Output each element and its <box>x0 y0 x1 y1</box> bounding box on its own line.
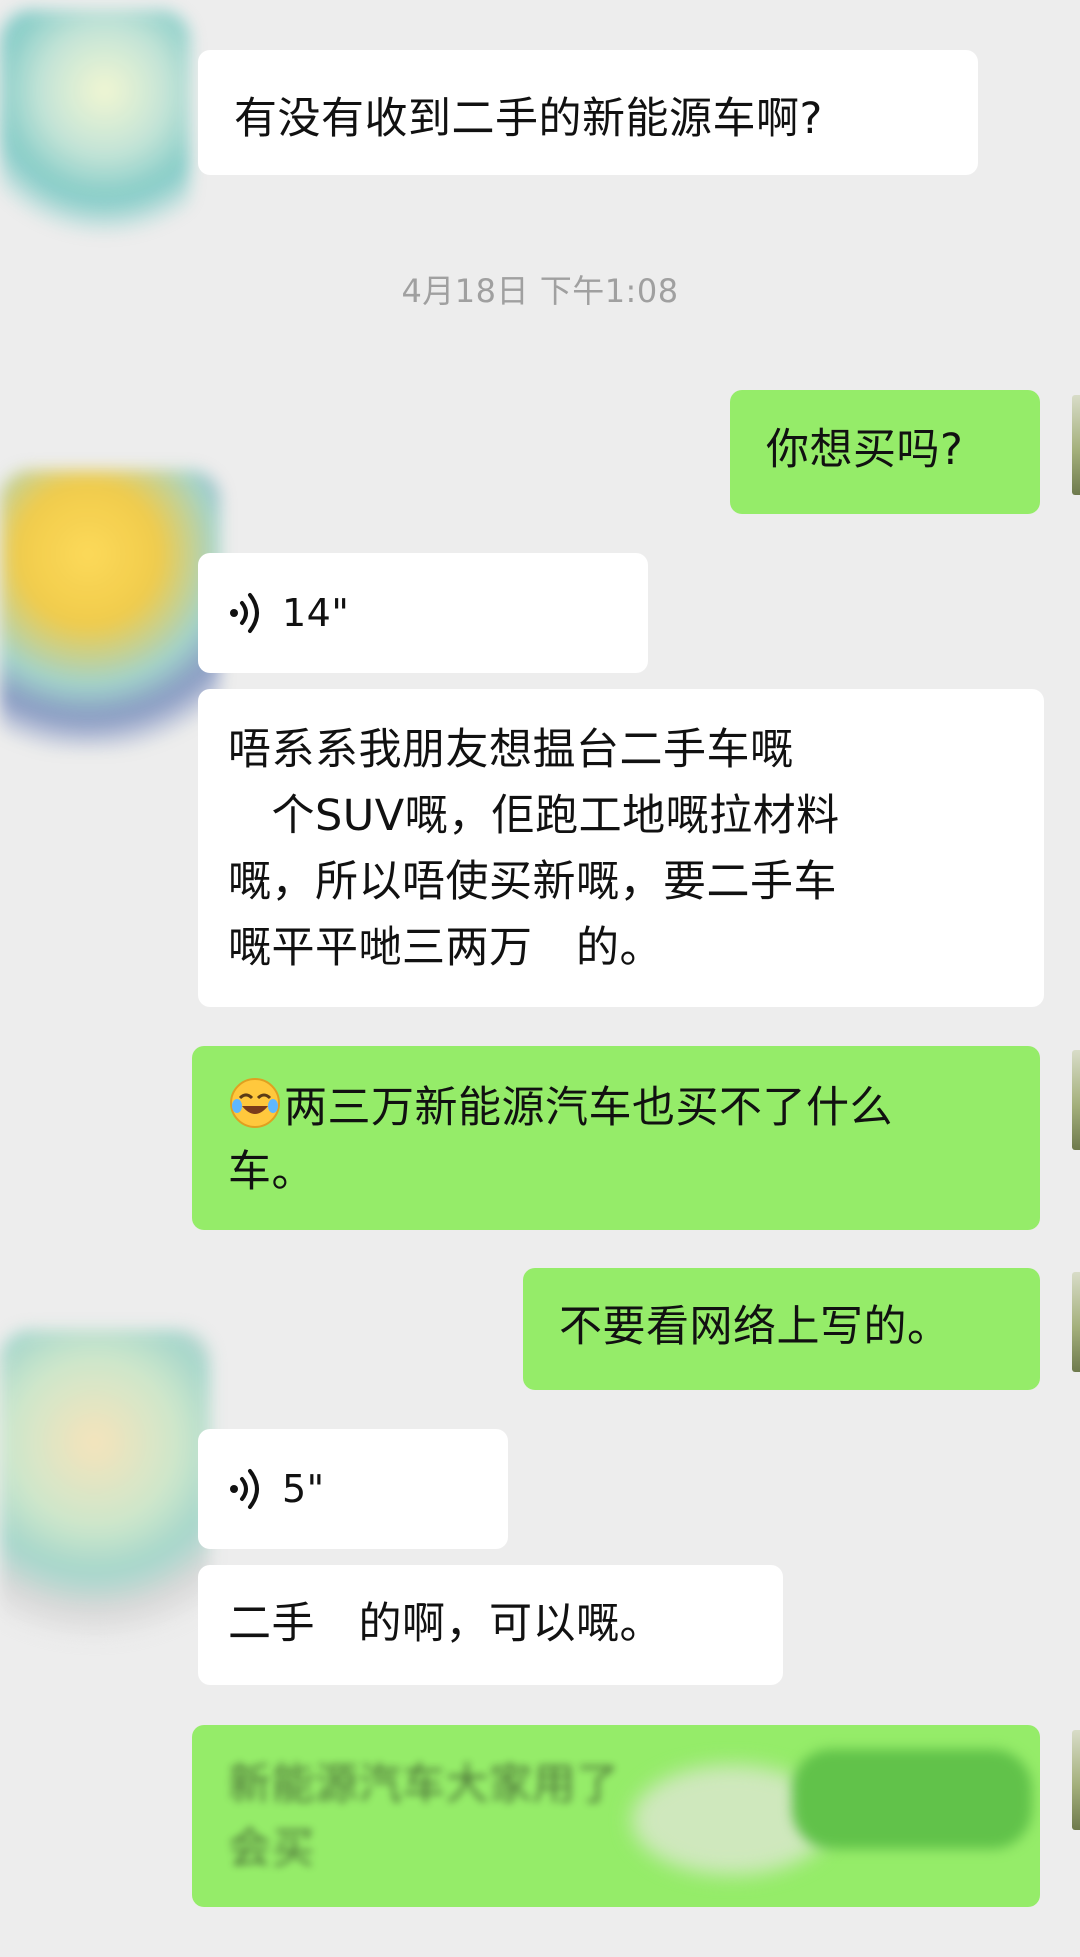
chat-window: 有没有收到二手的新能源车啊? 4月18日 下午1:08 你想买吗? 14" 唔系… <box>0 0 1080 1957</box>
message-bubble-incoming[interactable]: 有没有收到二手的新能源车啊? <box>198 50 978 175</box>
contact-avatar[interactable] <box>0 1330 210 1650</box>
voice-message-bubble[interactable]: 5" <box>198 1429 508 1549</box>
message-line: 嘅平平哋三两万 的。 <box>228 923 663 973</box>
message-bubble-outgoing[interactable]: 新能源汽车大家用了 会买 <box>192 1725 1040 1907</box>
timestamp-label: 4月18日 下午1:08 <box>401 272 679 310</box>
message-line: 车。 <box>228 1147 315 1197</box>
message-line: 两三万新能源汽车也买不了什么 <box>228 1076 1040 1140</box>
message-bubble-outgoing[interactable]: 你想买吗? <box>730 390 1040 514</box>
voice-message-bubble[interactable]: 14" <box>198 553 648 673</box>
message-line: 嘅，所以唔使买新嘅，要二手车 <box>228 857 837 907</box>
contact-avatar[interactable] <box>0 470 220 750</box>
self-avatar[interactable] <box>1072 1050 1080 1150</box>
message-text: 你想买吗? <box>766 425 964 475</box>
self-avatar[interactable] <box>1072 395 1080 495</box>
message-text: 有没有收到二手的新能源车啊? <box>234 94 823 144</box>
message-line: 唔系系我朋友想揾台二手车嘅 <box>228 725 794 775</box>
message-bubble-incoming[interactable]: 二手 的啊，可以嘅。 <box>198 1565 783 1685</box>
voice-wave-icon <box>230 593 259 633</box>
message-bubble-outgoing[interactable]: 不要看网络上写的。 <box>523 1268 1040 1390</box>
blurred-redaction <box>792 1749 1032 1849</box>
voice-duration: 5" <box>282 1466 325 1511</box>
self-avatar[interactable] <box>1072 1272 1080 1372</box>
self-avatar[interactable] <box>1072 1730 1080 1830</box>
voice-duration: 14" <box>282 590 350 635</box>
voice-wave-icon <box>230 1469 259 1509</box>
message-bubble-incoming[interactable]: 唔系系我朋友想揾台二手车嘅 个SUV嘅，佢跑工地嘅拉材料 嘅，所以唔使买新嘅，要… <box>198 689 1044 1007</box>
contact-avatar[interactable] <box>0 10 190 240</box>
message-text: 二手 的啊，可以嘅。 <box>228 1599 663 1649</box>
face-with-tears-of-joy-icon <box>230 1078 280 1128</box>
message-text: 不要看网络上写的。 <box>559 1302 951 1352</box>
message-line: 个SUV嘅，佢跑工地嘅拉材料 <box>228 791 840 841</box>
message-bubble-outgoing[interactable]: 两三万新能源汽车也买不了什么 车。 <box>192 1046 1040 1230</box>
